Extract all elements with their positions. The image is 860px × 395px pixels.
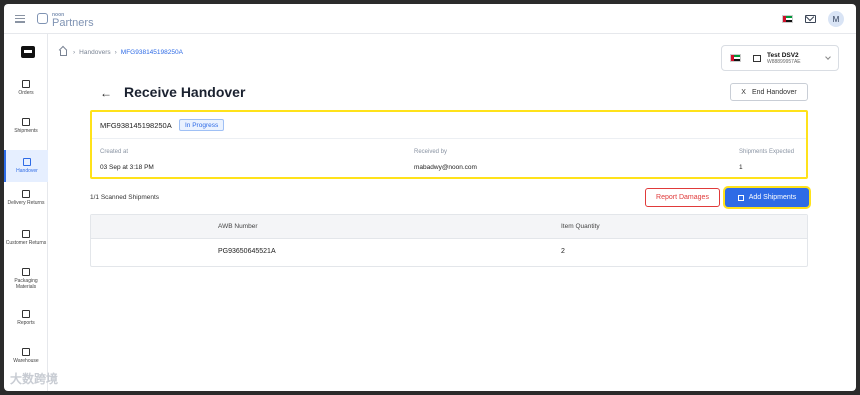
awb-number: PG93650645521A <box>218 248 276 255</box>
watermark: 大数跨境 <box>10 372 59 386</box>
item-quantity: 2 <box>561 248 565 255</box>
main-content: › Handovers › MFG938145198250A Test DSV2… <box>48 34 856 391</box>
brand-logo[interactable]: noon Partners <box>37 11 94 29</box>
breadcrumb: › Handovers › MFG938145198250A <box>60 49 183 56</box>
column-header-quantity: Item Quantity <box>561 223 600 230</box>
status-badge: In Progress <box>179 119 225 131</box>
scanned-count: 1/1 Scanned Shipments <box>90 194 160 201</box>
column-header-awb: AWB Number <box>218 223 258 230</box>
created-label: Created at <box>100 149 129 155</box>
uae-flag-icon[interactable] <box>782 15 793 23</box>
customer-returns-icon <box>22 230 30 238</box>
warehouse-icon <box>22 348 30 356</box>
delivery-returns-icon <box>22 190 30 198</box>
avatar[interactable]: M <box>828 11 844 27</box>
created-value: 03 Sep at 3:18 PM <box>100 164 154 171</box>
truck-icon <box>22 118 30 126</box>
store-icon <box>753 54 761 62</box>
mail-icon[interactable] <box>805 15 816 23</box>
sidebar-item-warehouse[interactable]: Warehouse <box>4 348 48 364</box>
sidebar-item-shipments[interactable]: Shipments <box>4 118 48 134</box>
brand-line2: Partners <box>52 16 94 29</box>
breadcrumb-handovers[interactable]: Handovers <box>79 49 110 56</box>
uae-flag-icon <box>730 54 741 62</box>
store-code: W88899957AE <box>767 58 801 65</box>
home-icon[interactable] <box>60 49 67 56</box>
handover-id: MFG938145198250A <box>100 121 172 130</box>
top-bar: noon Partners M <box>4 4 856 34</box>
page-title: Receive Handover <box>124 84 246 100</box>
logo-icon <box>37 13 48 24</box>
expected-label: Shipments Expected <box>739 149 795 155</box>
sidebar-item-packaging[interactable]: Packaging Materials <box>4 268 48 290</box>
store-selector[interactable]: Test DSV2 W88899957AE <box>721 45 839 71</box>
received-label: Received by <box>414 149 448 155</box>
end-handover-button[interactable]: X End Handover <box>730 83 808 101</box>
shipments-table: AWB Number Item Quantity PG93650645521A … <box>90 214 808 267</box>
sidebar-item-delivery-returns[interactable]: Delivery Returns <box>4 190 48 206</box>
store-name: Test DSV2 <box>767 51 799 59</box>
sidebar-item-handover[interactable]: Handover <box>4 150 48 182</box>
handover-info-card: MFG938145198250A In Progress Created at … <box>90 110 808 179</box>
add-shipments-button[interactable]: Add Shipments <box>725 188 809 207</box>
breadcrumb-current[interactable]: MFG938145198250A <box>121 49 183 56</box>
sidebar-item-customer-returns[interactable]: Customer Returns <box>4 230 48 246</box>
sidebar-item-orders[interactable]: Orders <box>4 80 48 96</box>
sidebar: Orders Shipments Handover Delivery Retur… <box>4 34 48 391</box>
report-damages-button[interactable]: Report Damages <box>645 188 720 207</box>
add-shipments-icon <box>737 194 744 201</box>
sidebar-item-reports[interactable]: Reports <box>4 310 48 326</box>
report-icon <box>22 310 30 318</box>
box-icon <box>22 268 30 276</box>
expected-value: 1 <box>739 164 743 171</box>
menu-icon[interactable] <box>15 14 25 23</box>
chevron-down-icon <box>825 54 831 60</box>
table-header: AWB Number Item Quantity <box>91 215 807 239</box>
close-icon: X <box>741 88 746 96</box>
app-window: noon Partners M Orders Shipments Handove… <box>4 4 856 391</box>
received-value: mabadwy@noon.com <box>414 164 477 171</box>
handover-icon <box>23 158 31 166</box>
orders-icon <box>22 80 30 88</box>
divider <box>92 138 806 139</box>
sidebar-logo-icon[interactable] <box>21 46 35 58</box>
back-arrow-icon[interactable]: ← <box>100 86 112 100</box>
